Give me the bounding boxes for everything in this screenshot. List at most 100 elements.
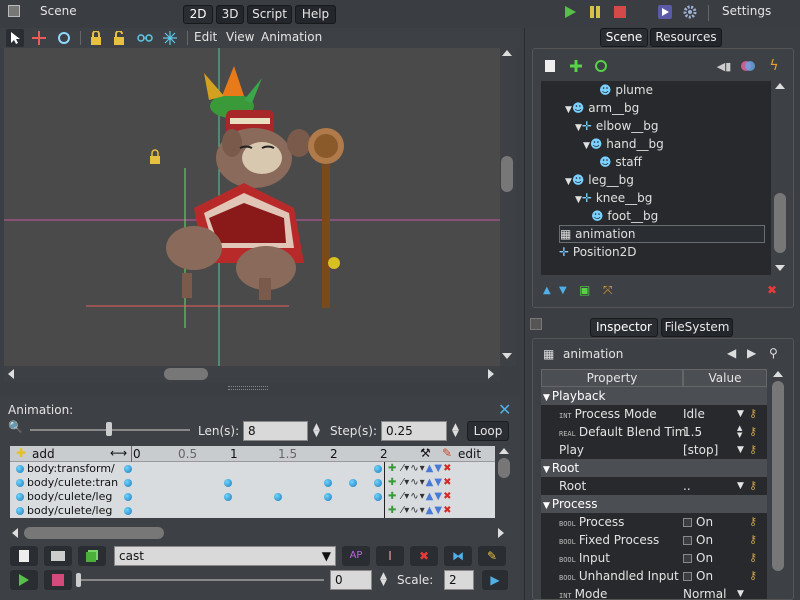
scroll-thumb[interactable] <box>501 156 513 192</box>
stop-animation-icon[interactable] <box>44 570 72 590</box>
spinner-icon[interactable]: ▲ ▼ <box>737 425 742 439</box>
inspector-vscrollbar[interactable] <box>771 369 785 599</box>
keyframe[interactable] <box>224 479 232 487</box>
keyframe[interactable] <box>124 493 132 501</box>
step-input[interactable]: 0.25 <box>381 421 447 441</box>
play-scene-icon[interactable] <box>656 3 674 21</box>
rotate-tool-icon[interactable] <box>55 29 73 47</box>
scroll-thumb[interactable] <box>772 381 784 571</box>
keyframe[interactable] <box>224 493 232 501</box>
tree-vscrollbar[interactable] <box>773 81 787 275</box>
keyframe[interactable] <box>374 493 382 501</box>
keyframe[interactable] <box>124 465 132 473</box>
close-icon[interactable]: ✕ <box>498 400 511 419</box>
tab-inspector[interactable]: Inspector <box>590 318 658 337</box>
key-icon[interactable]: ⚷ <box>749 477 757 495</box>
property-value[interactable]: 1.5 <box>683 423 702 441</box>
track-hscrollbar[interactable] <box>10 526 510 540</box>
split-handle[interactable] <box>228 386 268 390</box>
scroll-right-icon[interactable] <box>488 369 494 379</box>
chevron-down-icon[interactable]: ▼ <box>737 441 744 459</box>
len-spinner-icon[interactable]: ▲ ▼ <box>313 423 320 439</box>
stop-icon[interactable] <box>611 3 629 21</box>
scroll-up-icon[interactable] <box>502 50 512 56</box>
tree-item-staff[interactable]: ☻ staff <box>599 153 642 171</box>
key-icon[interactable]: ⚷ <box>749 513 757 531</box>
wrench-icon[interactable]: ⚒ <box>420 446 431 460</box>
key-icon[interactable]: ⚷ <box>749 531 757 549</box>
move-tool-icon[interactable] <box>30 29 48 47</box>
property-input[interactable]: BOOL Input On ⚷ <box>541 549 767 567</box>
property-play[interactable]: Play [stop] ▼ ⚷ <box>541 441 767 459</box>
animation-select[interactable]: cast ▼ <box>114 546 336 566</box>
zoom-slider-handle[interactable] <box>106 422 112 436</box>
scroll-right-icon[interactable] <box>498 528 504 538</box>
signal-icon[interactable]: ϟ <box>765 57 783 75</box>
settings-menu[interactable]: Settings <box>722 4 771 18</box>
group-icon[interactable] <box>136 29 154 47</box>
chevron-down-icon[interactable]: ▼ <box>737 405 744 423</box>
move-down-icon[interactable]: ▼ <box>559 285 567 296</box>
delete-node-icon[interactable]: ✖ <box>767 283 777 297</box>
property-default-blend-time[interactable]: REAL Default Blend Tim 1.5 ▲ ▼ ⚷ <box>541 423 767 441</box>
add-node-icon[interactable] <box>567 57 585 75</box>
tool-icon[interactable]: ⚲ <box>769 346 778 360</box>
history-back-icon[interactable]: ◀ <box>727 346 736 360</box>
key-icon[interactable]: ⚷ <box>749 423 757 441</box>
tab-scene[interactable]: Scene <box>600 28 648 47</box>
resize-icon[interactable]: ⟷ <box>110 446 127 460</box>
viewport-hscrollbar[interactable] <box>4 366 500 382</box>
tab-filesystem[interactable]: FileSystem <box>661 318 733 337</box>
viewport-canvas[interactable] <box>4 48 500 366</box>
tree-item-hand-bg[interactable]: ▼☻ hand__bg <box>583 135 664 153</box>
pause-icon[interactable] <box>586 3 604 21</box>
scroll-down-icon[interactable] <box>502 353 512 359</box>
scroll-left-icon[interactable] <box>12 528 18 538</box>
section-process[interactable]: ▼ Process <box>541 495 767 513</box>
duplicate-node-icon[interactable]: ▣ <box>579 283 590 297</box>
track-vscrollbar[interactable] <box>496 446 512 518</box>
key-icon[interactable]: ⚷ <box>749 567 757 585</box>
blend-icon[interactable]: ⧓ <box>444 546 472 566</box>
loop-button[interactable]: Loop <box>467 421 509 441</box>
key-icon[interactable]: ⚷ <box>749 549 757 567</box>
len-input[interactable]: 8 <box>243 421 308 441</box>
tree-item-elbow-bg[interactable]: ▼✛ elbow__bg <box>575 117 659 135</box>
lock-icon[interactable] <box>87 29 105 47</box>
chevron-down-icon[interactable]: ▼ <box>737 585 744 599</box>
add-track-icon[interactable]: ✚ <box>16 446 26 460</box>
unlock-icon[interactable] <box>110 29 128 47</box>
keyframe[interactable] <box>274 493 282 501</box>
move-up-icon[interactable]: ▲ <box>543 285 551 296</box>
select-tool-icon[interactable] <box>6 29 24 47</box>
tab-2d[interactable]: 2D <box>183 5 213 24</box>
keyframe[interactable] <box>124 507 132 515</box>
keyframe[interactable] <box>324 493 332 501</box>
tab-help[interactable]: Help <box>295 5 336 24</box>
scroll-thumb[interactable] <box>24 527 164 539</box>
tab-script[interactable]: Script <box>247 5 292 24</box>
track-tool-icons[interactable]: ✚ ⁄▾∿▾▲▼✖ ✚ ⁄▾∿▾▲▼✖ ✚ ⁄▾∿▾▲▼✖ ✚ ⁄▾∿▾▲▼✖ <box>388 462 452 518</box>
keyframe[interactable] <box>374 479 382 487</box>
timeline-slider[interactable] <box>78 579 324 581</box>
scroll-thumb[interactable] <box>498 458 510 478</box>
tree-item-knee-bg[interactable]: ▼✛ knee__bg <box>575 189 652 207</box>
forward-icon[interactable]: ▶ <box>482 570 508 590</box>
scroll-thumb[interactable] <box>774 193 786 253</box>
property-unhandled-input[interactable]: BOOL Unhandled Input On ⚷ <box>541 567 767 585</box>
property-value[interactable]: Idle <box>683 405 705 423</box>
tab-3d[interactable]: 3D <box>216 5 244 24</box>
add-track-button[interactable]: add <box>32 447 55 461</box>
instance-icon[interactable] <box>592 57 610 75</box>
timeline-slider-handle[interactable] <box>76 573 81 587</box>
pencil-icon[interactable]: ✎ <box>442 446 452 460</box>
key-icon[interactable]: ⚷ <box>749 441 757 459</box>
new-animation-icon[interactable] <box>10 546 38 566</box>
property-root[interactable]: Root.. ▼ ⚷ <box>541 477 767 495</box>
tab-resources[interactable]: Resources <box>650 28 722 47</box>
gear-icon[interactable] <box>681 3 699 21</box>
ungroup-icon[interactable] <box>161 29 179 47</box>
reparent-icon[interactable]: ⤧ <box>603 283 613 298</box>
property-value[interactable]: .. <box>683 477 691 495</box>
step-spinner-icon[interactable]: ▲ ▼ <box>452 423 459 439</box>
